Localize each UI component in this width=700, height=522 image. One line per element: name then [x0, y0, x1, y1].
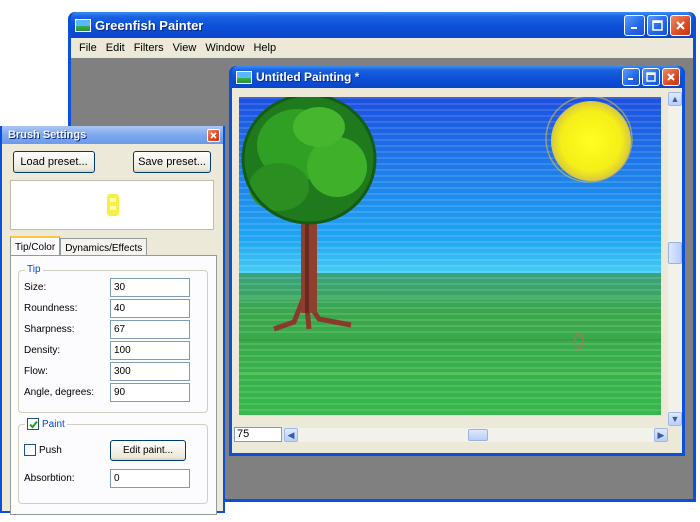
- absorbtion-field[interactable]: 0: [110, 469, 190, 488]
- painting-window: Untitled Painting * ▲ ▼ 75 ◀ ▶: [229, 66, 685, 456]
- brush-settings-body: Load preset... Save preset... Tip/Color …: [2, 144, 223, 515]
- angle-field[interactable]: 90: [110, 383, 190, 402]
- zoom-input[interactable]: 75: [234, 427, 282, 442]
- menu-view[interactable]: View: [169, 42, 202, 54]
- vertical-scroll-thumb[interactable]: [668, 242, 682, 264]
- brush-tabs: Tip/Color Dynamics/Effects: [10, 236, 148, 257]
- save-preset-button[interactable]: Save preset...: [133, 151, 211, 173]
- size-label: Size:: [24, 282, 47, 293]
- paint-group-label: Paint: [42, 418, 65, 430]
- sharpness-label: Sharpness:: [24, 324, 75, 335]
- tip-color-panel: Tip Size: 30 Roundness: 40 Sharpness: 67…: [10, 255, 217, 515]
- close-icon[interactable]: [662, 68, 680, 86]
- close-icon[interactable]: [670, 14, 691, 36]
- sharpness-field[interactable]: 67: [110, 320, 190, 339]
- scroll-right-icon[interactable]: ▶: [654, 428, 668, 442]
- paint-group-header: Paint: [25, 418, 67, 430]
- brush-settings-window: Brush Settings Load preset... Save prese…: [0, 126, 225, 515]
- paint-group: Paint Push Edit paint... Absorbtion: 0: [18, 418, 208, 504]
- brush-settings-title: Brush Settings: [8, 129, 87, 141]
- tip-group: Tip Size: 30 Roundness: 40 Sharpness: 67…: [18, 264, 208, 413]
- main-window-title: Greenfish Painter: [95, 17, 204, 33]
- canvas-horizontal-scrollbar[interactable]: ◀ ▶: [284, 428, 668, 442]
- minimize-icon[interactable]: [624, 14, 645, 36]
- roundness-label: Roundness:: [24, 303, 78, 314]
- painting-client-area: ▲ ▼ 75 ◀ ▶: [232, 88, 682, 453]
- tab-tip-color[interactable]: Tip/Color: [10, 236, 61, 257]
- menu-help[interactable]: Help: [249, 42, 281, 54]
- menu-edit[interactable]: Edit: [102, 42, 130, 54]
- close-icon[interactable]: [207, 128, 220, 142]
- horizontal-scroll-thumb[interactable]: [468, 429, 488, 441]
- absorbtion-label: Absorbtion:: [24, 473, 75, 484]
- tip-group-label: Tip: [25, 264, 43, 275]
- canvas-vertical-scrollbar[interactable]: ▲ ▼: [668, 92, 682, 426]
- scroll-up-icon[interactable]: ▲: [668, 92, 682, 106]
- edit-paint-button[interactable]: Edit paint...: [110, 440, 186, 461]
- push-checkbox[interactable]: [24, 444, 36, 456]
- size-field[interactable]: 30: [110, 278, 190, 297]
- menu-filters[interactable]: Filters: [130, 42, 169, 54]
- load-preset-button[interactable]: Load preset...: [13, 151, 95, 173]
- maximize-icon[interactable]: [642, 68, 660, 86]
- flow-field[interactable]: 300: [110, 362, 190, 381]
- main-titlebar[interactable]: Greenfish Painter: [71, 12, 693, 38]
- minimize-icon[interactable]: [622, 68, 640, 86]
- painting-icon: [236, 70, 252, 84]
- push-checkbox-row[interactable]: Push: [24, 444, 62, 456]
- painting-window-title: Untitled Painting *: [256, 70, 360, 84]
- brush-preview: [10, 180, 214, 230]
- paint-checkbox[interactable]: [27, 418, 39, 430]
- menu-bar: File Edit Filters View Window Help: [71, 38, 693, 58]
- painting-canvas[interactable]: [239, 97, 661, 415]
- density-label: Density:: [24, 345, 61, 356]
- roundness-field[interactable]: 40: [110, 299, 190, 318]
- painting-titlebar[interactable]: Untitled Painting *: [232, 66, 682, 88]
- app-icon: [75, 18, 91, 32]
- angle-label: Angle, degrees:: [24, 387, 95, 398]
- flow-label: Flow:: [24, 366, 48, 377]
- scroll-left-icon[interactable]: ◀: [284, 428, 298, 442]
- density-field[interactable]: 100: [110, 341, 190, 360]
- push-label: Push: [39, 444, 62, 456]
- menu-window[interactable]: Window: [201, 42, 249, 54]
- menu-file[interactable]: File: [75, 42, 102, 54]
- maximize-icon[interactable]: [647, 14, 668, 36]
- brush-settings-titlebar[interactable]: Brush Settings: [2, 126, 223, 144]
- scroll-down-icon[interactable]: ▼: [668, 412, 682, 426]
